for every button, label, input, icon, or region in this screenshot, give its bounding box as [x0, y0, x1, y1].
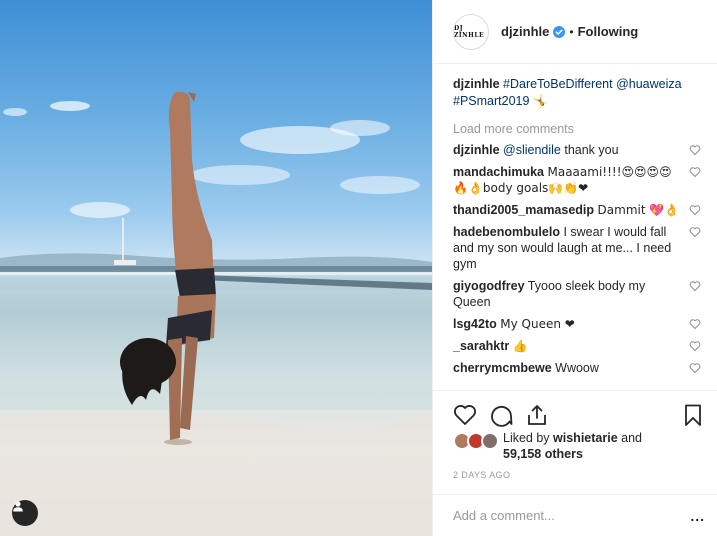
mention-link[interactable]: @sliendile [503, 143, 561, 157]
comment-item: thandi2005_mamasedip Dammit 💖👌 [453, 202, 707, 218]
comment-username[interactable]: djzinhle [453, 143, 500, 157]
user-icon [13, 501, 23, 512]
tagged-user-button[interactable] [12, 500, 38, 526]
add-comment-bar: ... [433, 494, 717, 536]
comment-username[interactable]: hadebenombulelo [453, 225, 560, 239]
heart-icon[interactable] [689, 166, 701, 178]
likes-count-link[interactable]: 59,158 others [503, 447, 583, 461]
heart-icon[interactable] [689, 340, 701, 352]
load-more-comments-button[interactable]: Load more comments [453, 122, 707, 136]
comment-text: My Queen ❤ [500, 317, 575, 331]
comment-text: Dammit 💖👌 [597, 203, 680, 217]
comment-username[interactable]: _sarahktr [453, 339, 509, 353]
avatar[interactable]: DJ ZINHLE [453, 13, 489, 50]
liker-avatar [481, 432, 499, 450]
share-icon[interactable] [525, 403, 549, 427]
likes-text: Liked by wishietarie and 59,158 others [503, 430, 642, 462]
comment-item: hadebenombulelo I swear I would fall and… [453, 224, 707, 272]
comment-username[interactable]: mandachimuka [453, 165, 544, 179]
hashtag-link[interactable]: #PSmart2019 [453, 94, 529, 108]
following-button[interactable]: Following [578, 24, 639, 39]
divider [433, 390, 717, 391]
heart-icon[interactable] [689, 226, 701, 238]
likes-summary: Liked by wishietarie and 59,158 others [453, 430, 705, 462]
comment-item: djzinhle @sliendile thank you [453, 142, 707, 158]
heart-icon[interactable] [689, 204, 701, 216]
comment-item: cherrymcmbewe Wwoow [453, 360, 707, 376]
mention-link[interactable]: @huaweiza [616, 77, 682, 91]
action-bar [453, 396, 705, 428]
comment-item: _sarahktr 👍 [453, 338, 707, 354]
comment-username[interactable]: thandi2005_mamasedip [453, 203, 594, 217]
comment-text: Wwoow [555, 361, 599, 375]
comment-username[interactable]: lsg42to [453, 317, 497, 331]
liker-username[interactable]: wishietarie [553, 431, 618, 445]
post-photo[interactable] [0, 0, 432, 536]
heart-icon[interactable] [689, 318, 701, 330]
comment-item: giyogodfrey Tyooo sleek body my Queen [453, 278, 707, 310]
likes-and: and [617, 431, 642, 445]
more-options-button[interactable]: ... [690, 508, 705, 524]
heart-icon[interactable] [689, 144, 701, 156]
add-comment-input[interactable] [453, 508, 691, 523]
comment-username[interactable]: cherrymcmbewe [453, 361, 552, 375]
photo-scene [0, 91, 432, 536]
post-timestamp[interactable]: 2 DAYS AGO [453, 470, 510, 480]
heart-icon[interactable] [689, 362, 701, 374]
comment-icon[interactable] [489, 403, 513, 427]
heart-icon[interactable] [453, 403, 477, 427]
comment-item: mandachimuka Maaaami!!!!😍😍😍😍🔥👌body goals… [453, 164, 707, 196]
likes-prefix: Liked by [503, 431, 554, 445]
verified-badge-icon [553, 25, 566, 38]
comment-username[interactable]: giyogodfrey [453, 279, 525, 293]
caption-username[interactable]: djzinhle [453, 77, 500, 91]
comments-list: djzinhle #DareToBeDifferent @huaweiza #P… [453, 68, 707, 390]
separator-dot: • [569, 24, 574, 39]
post-caption: djzinhle #DareToBeDifferent @huaweiza #P… [453, 76, 707, 110]
post-side-panel: DJ ZINHLE djzinhle • Following djzinhle … [432, 0, 717, 536]
bookmark-icon[interactable] [681, 403, 705, 427]
hashtag-link[interactable]: #DareToBeDifferent [503, 77, 613, 91]
heart-icon[interactable] [689, 280, 701, 292]
comment-item: lsg42to My Queen ❤ [453, 316, 707, 332]
liker-avatars[interactable] [453, 430, 503, 450]
avatar-logo: DJ ZINHLE [454, 24, 485, 39]
post-header: DJ ZINHLE djzinhle • Following [433, 0, 717, 64]
comment-text: 👍 [512, 339, 528, 353]
caption-emoji: 🤸 [532, 94, 548, 108]
header-username[interactable]: djzinhle [501, 24, 549, 39]
comment-text: thank you [560, 143, 619, 157]
